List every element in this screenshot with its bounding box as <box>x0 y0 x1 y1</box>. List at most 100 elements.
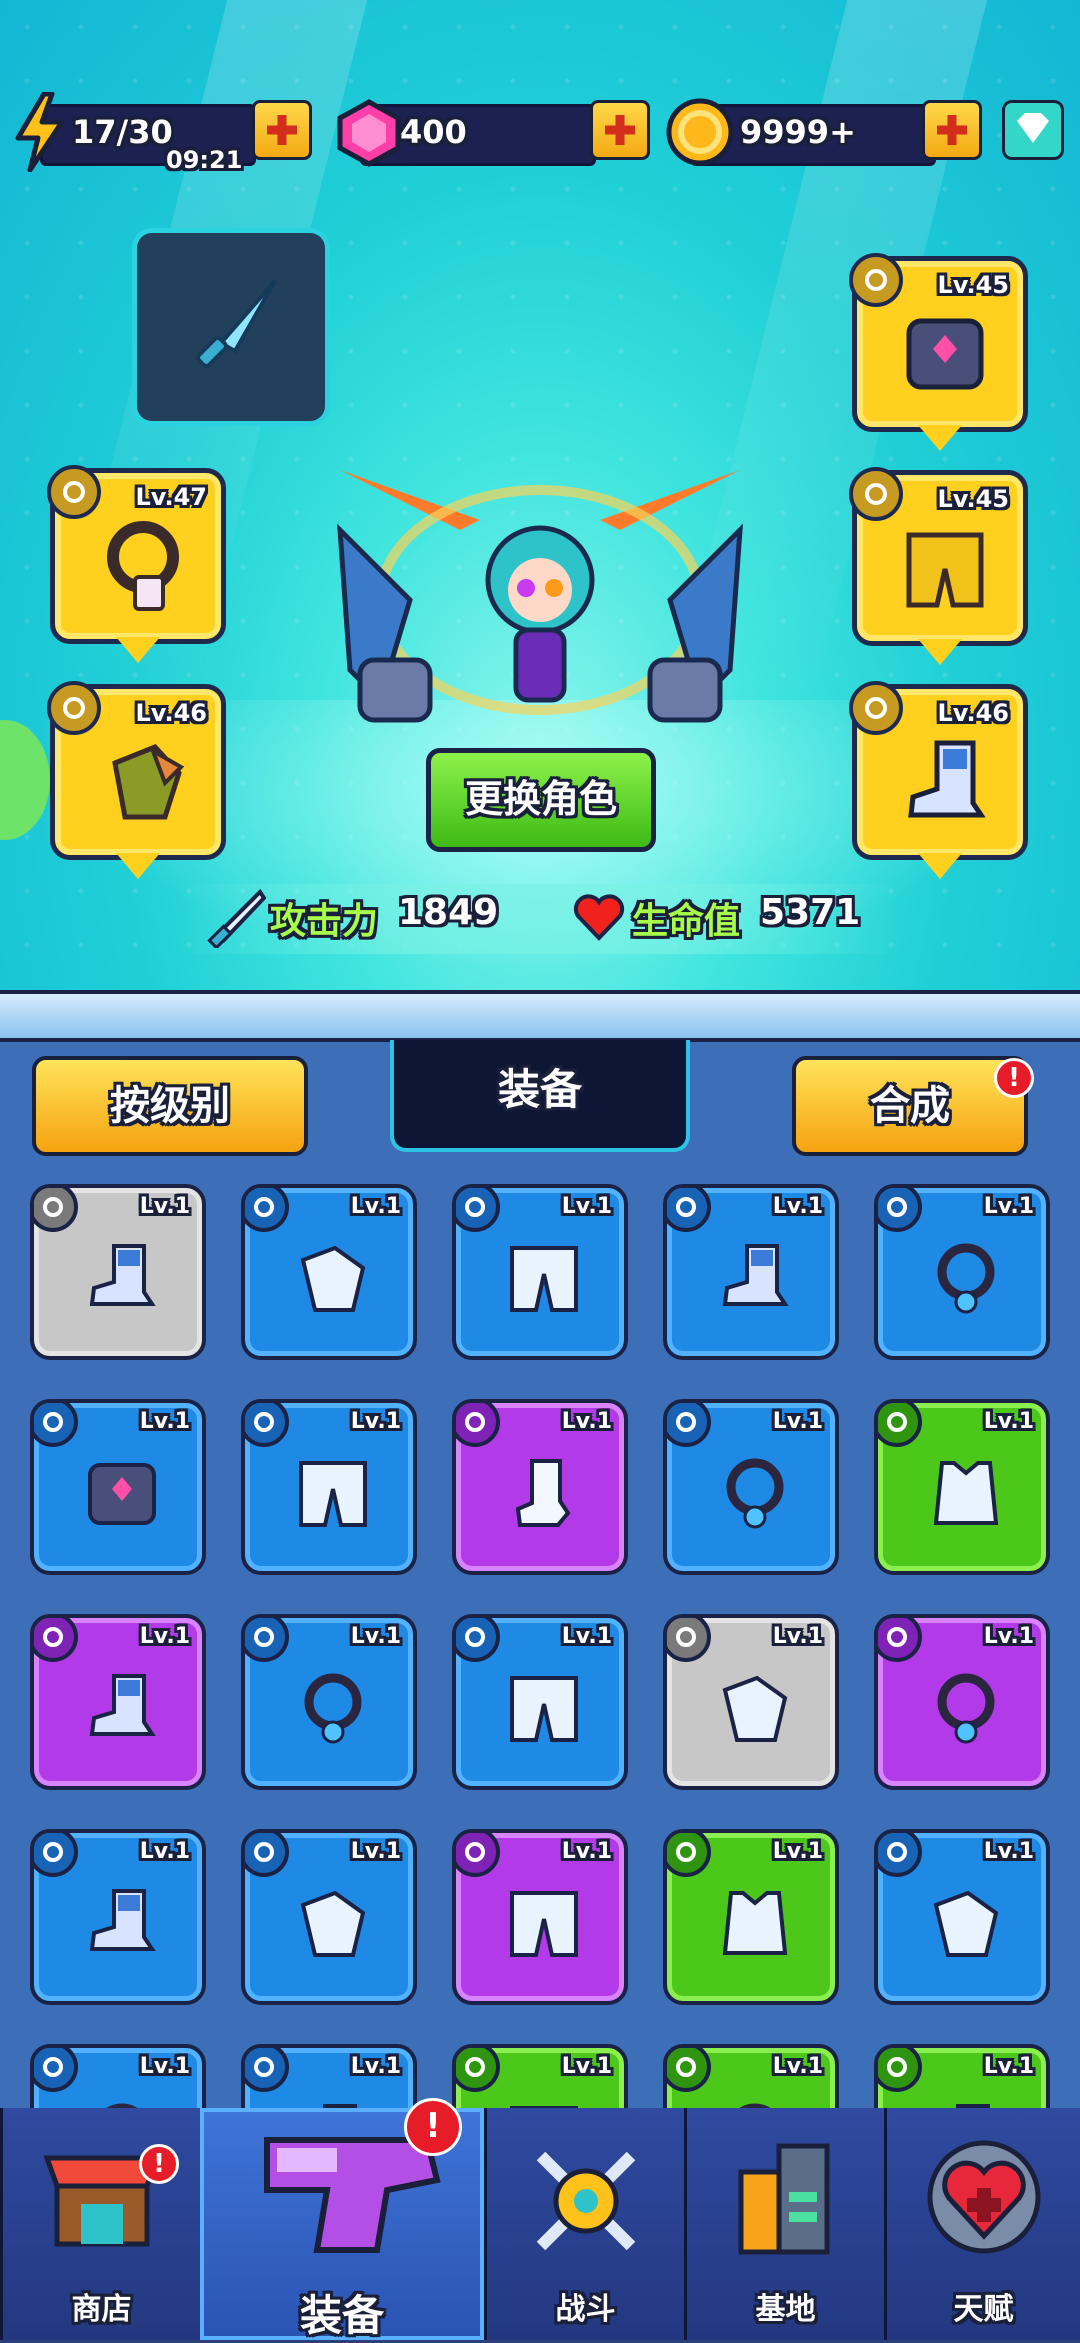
vest-icon <box>933 1461 999 1525</box>
pants-type-icon <box>456 2048 500 2092</box>
inventory-card-vest[interactable]: Lv.1 <box>874 1399 1050 1575</box>
equip-slot-necklace[interactable]: Lv.47 <box>47 465 226 663</box>
nav-equipment-label: 装备 <box>299 2291 384 2340</box>
inventory-card-glove[interactable]: Lv.1 <box>663 1614 839 1790</box>
equipment-title-tab: 装备 <box>390 1040 690 1152</box>
nav-equipment[interactable]: 装备 ! <box>200 2098 484 2340</box>
inventory-card-boot[interactable]: Lv.1 <box>30 1184 206 1360</box>
diamond-icon <box>1017 113 1049 143</box>
inventory-card-glove[interactable]: Lv.1 <box>241 1829 417 2005</box>
upgrade-arrow <box>116 637 160 663</box>
slot-level: Lv.47 <box>135 483 208 511</box>
boot-icon <box>908 740 986 818</box>
energy-value: 17/30 <box>72 113 173 151</box>
inventory-card-vest[interactable]: Lv.1 <box>663 1829 839 2005</box>
nav-shop[interactable]: 商店 ! <box>0 2108 200 2340</box>
pants-icon <box>906 532 984 608</box>
boot-icon <box>722 1244 789 1306</box>
slot-level: Lv.45 <box>937 485 1010 513</box>
glove-type-icon <box>245 1833 289 1877</box>
necklace-type-icon <box>47 465 101 519</box>
item-level: Lv.1 <box>561 2054 612 2079</box>
inventory-card-boot[interactable]: Lv.1 <box>663 1184 839 1360</box>
attack-label: 攻击力 <box>270 901 379 942</box>
hp-label: 生命值 <box>632 901 741 942</box>
necklace-type-icon <box>878 1618 922 1662</box>
equip-slot-armor[interactable]: Lv.45 <box>849 253 1028 451</box>
nav-talent-label: 天赋 <box>953 2292 1014 2327</box>
necklace-type-icon <box>34 2048 78 2092</box>
change-hero-button[interactable]: 更换角色 <box>426 748 656 852</box>
merge-button[interactable]: 合成 <box>792 1056 1028 1156</box>
necklace-type-icon <box>667 2048 711 2092</box>
necklace-icon <box>726 1458 784 1529</box>
inventory-card-glove[interactable]: Lv.1 <box>874 1829 1050 2005</box>
inventory-card-pants[interactable]: Lv.1 <box>452 1614 628 1790</box>
equip-slot-glove[interactable]: Lv.46 <box>47 681 226 879</box>
talent-heart-icon <box>927 2140 1040 2254</box>
coin-value: 9999+ <box>740 113 856 151</box>
inventory-card-necklace[interactable]: Lv.1 <box>874 1184 1050 1360</box>
glove-type-icon <box>245 1188 289 1232</box>
item-level: Lv.1 <box>983 1624 1034 1649</box>
armor-type-icon <box>34 1403 78 1447</box>
inventory-card-necklace[interactable]: Lv.1 <box>874 1614 1050 1790</box>
glove-type-icon <box>878 1833 922 1877</box>
base-icon <box>738 2143 829 2255</box>
equip-slot-boot[interactable]: Lv.46 <box>849 681 1028 879</box>
vip-button[interactable] <box>1002 100 1064 160</box>
coin-icon <box>666 98 734 166</box>
pants-icon <box>510 1676 578 1742</box>
inventory-card-pants[interactable]: Lv.1 <box>452 1184 628 1360</box>
boot-type-icon <box>667 1188 711 1232</box>
inventory-card-necklace[interactable]: Lv.1 <box>241 1614 417 1790</box>
sort-by-level-button[interactable]: 按级别 <box>32 1056 308 1156</box>
inventory-card-boot[interactable]: Lv.1 <box>30 1829 206 2005</box>
item-level: Lv.1 <box>139 2054 190 2079</box>
pants-icon <box>510 1891 578 1957</box>
inventory-card-pants[interactable]: Lv.1 <box>241 1399 417 1575</box>
vest-icon <box>722 1891 788 1955</box>
pants-type-icon <box>456 1618 500 1662</box>
nav-base[interactable]: 基地 <box>684 2108 884 2340</box>
glove-icon <box>933 1890 999 1957</box>
add-gems-button[interactable] <box>590 100 650 160</box>
inventory-card-pants[interactable]: Lv.1 <box>452 1829 628 2005</box>
item-level: Lv.1 <box>350 1409 401 1434</box>
item-level: Lv.1 <box>983 2054 1034 2079</box>
nav-talent[interactable]: 天赋 <box>884 2108 1080 2340</box>
weapon-slot[interactable] <box>132 228 330 426</box>
necklace-icon <box>937 1243 995 1314</box>
inventory-card-necklace[interactable]: Lv.1 <box>663 1399 839 1575</box>
item-level: Lv.1 <box>350 2054 401 2079</box>
hero-character[interactable] <box>320 450 760 750</box>
merge-alert-badge: ! <box>994 1058 1034 1098</box>
boot-icon <box>89 1244 156 1306</box>
add-energy-button[interactable] <box>252 100 312 160</box>
inventory-card-glove[interactable]: Lv.1 <box>241 1184 417 1360</box>
inventory-card-sock[interactable]: Lv.1 <box>452 1399 628 1575</box>
item-level: Lv.1 <box>561 1194 612 1219</box>
item-level: Lv.1 <box>139 1624 190 1649</box>
item-level: Lv.1 <box>350 1839 401 1864</box>
pants-icon <box>299 1461 367 1527</box>
boot-icon <box>89 1889 156 1951</box>
item-level: Lv.1 <box>983 1839 1034 1864</box>
item-level: Lv.1 <box>561 1839 612 1864</box>
inventory-card-armor[interactable]: Lv.1 <box>30 1399 206 1575</box>
upgrade-arrow <box>918 639 962 665</box>
nav-base-label: 基地 <box>755 2292 816 2327</box>
boot-type-icon <box>34 1618 78 1662</box>
necklace-icon <box>304 1673 362 1744</box>
add-coins-button[interactable] <box>922 100 982 160</box>
boot-type-icon <box>878 2048 922 2092</box>
item-level: Lv.1 <box>139 1839 190 1864</box>
inventory-card-boot[interactable]: Lv.1 <box>30 1614 206 1790</box>
slot-level: Lv.46 <box>135 699 208 727</box>
pants-type-icon <box>849 467 903 521</box>
nav-battle[interactable]: 战斗 <box>484 2108 684 2340</box>
glove-icon <box>300 1890 366 1957</box>
necklace-type-icon <box>667 1403 711 1447</box>
nav-battle-label: 战斗 <box>555 2292 616 2327</box>
equip-slot-pants[interactable]: Lv.45 <box>849 467 1028 665</box>
